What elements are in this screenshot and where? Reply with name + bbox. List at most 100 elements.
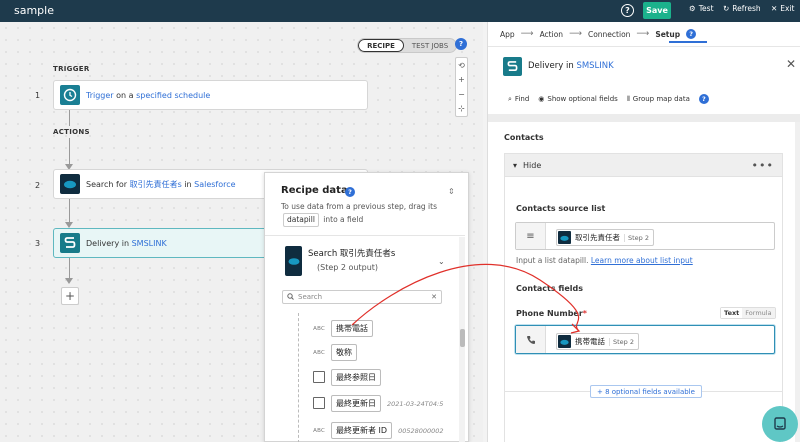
test-button[interactable]: ⚙ Test: [689, 4, 714, 13]
more-options-icon[interactable]: •••: [752, 159, 774, 172]
contacts-collapse-toggle[interactable]: ▾ Hide •••: [504, 153, 783, 177]
list-icon: ≡: [516, 223, 546, 249]
text-type-icon: ABC: [313, 325, 325, 332]
datapill[interactable]: 携帯電話: [331, 320, 373, 337]
help-icon[interactable]: ?: [686, 29, 697, 39]
step-output-title[interactable]: Search 取引先責任者s: [308, 247, 395, 259]
active-tab-indicator: [669, 41, 707, 43]
datapill-row[interactable]: ABC 最終更新者 ID 00528000002: [305, 422, 444, 439]
tab-action[interactable]: Action: [540, 30, 564, 39]
contacts-source-list-field[interactable]: ≡ 取引先責任者 Step 2: [515, 222, 775, 250]
text-type-icon: ABC: [313, 349, 325, 356]
help-icon[interactable]: ?: [621, 4, 634, 17]
mode-text[interactable]: Text: [721, 308, 743, 318]
tab-connection[interactable]: Connection: [588, 30, 630, 39]
datapill[interactable]: 最終更新日: [331, 395, 381, 412]
connector: [69, 110, 70, 126]
wizard-tabs: App ⟶ Action ⟶ Connection ⟶ Setup ?: [500, 29, 697, 39]
salesforce-icon: [285, 246, 302, 276]
datapill[interactable]: 携帯電話 Step 2: [556, 333, 640, 350]
step-title: Delivery in SMSLINK: [528, 61, 614, 71]
field-mode-toggle[interactable]: Text Formula: [720, 307, 776, 319]
close-icon[interactable]: ✕: [786, 57, 796, 71]
contacts-heading: Contacts: [504, 133, 544, 142]
step-number: 2: [35, 181, 41, 190]
salesforce-icon: [558, 231, 571, 244]
app-title: sample: [14, 4, 54, 17]
help-icon[interactable]: ?: [698, 94, 709, 104]
recipe-testjobs-toggle[interactable]: RECIPE TEST JOBS: [357, 38, 457, 53]
datapill-row[interactable]: ABC 敬称: [305, 344, 357, 361]
exit-button[interactable]: ✕ Exit: [771, 4, 795, 13]
phone-number-field[interactable]: 携帯電話 Step 2: [515, 325, 775, 354]
tab-test-jobs[interactable]: TEST JOBS: [404, 39, 456, 52]
datapill[interactable]: 取引先責任者 Step 2: [556, 229, 655, 246]
find-button[interactable]: ⌕ Find: [508, 95, 529, 104]
mode-formula[interactable]: Formula: [742, 308, 775, 318]
help-icon[interactable]: ?: [345, 187, 355, 197]
salesforce-icon: [558, 335, 571, 348]
contacts-source-list-label: Contacts source list: [516, 204, 606, 213]
chat-widget-button[interactable]: [762, 406, 798, 442]
datapill-row[interactable]: 最終更新日 2021-03-24T04:5: [305, 395, 443, 412]
datapill[interactable]: 最終参照日: [331, 369, 381, 386]
zoom-controls: ⟲ + − ⊹: [455, 57, 468, 117]
zoom-out-icon[interactable]: −: [458, 90, 465, 99]
arrow-right-icon: ⟶: [520, 29, 534, 39]
close-icon: ✕: [771, 4, 778, 13]
clock-icon: [60, 85, 80, 105]
tab-app[interactable]: App: [500, 30, 515, 39]
reset-zoom-icon[interactable]: ⟲: [458, 61, 465, 70]
learn-more-link[interactable]: Learn more about list input: [591, 256, 693, 265]
group-map-data-button[interactable]: ⫴ Group map data: [627, 95, 690, 104]
fit-view-icon[interactable]: ⊹: [458, 104, 465, 113]
tab-recipe[interactable]: RECIPE: [358, 39, 404, 52]
datapill-row[interactable]: ABC 携帯電話: [305, 320, 373, 337]
calendar-icon: [313, 370, 325, 383]
step-output-subtitle: (Step 2 output): [317, 263, 379, 272]
columns-icon: ⫴: [626, 94, 630, 103]
contacts-fields-group: Contacts source list ≡ 取引先責任者 Step 2 Inp…: [504, 177, 783, 442]
recipe-data-title: Recipe data: [281, 185, 348, 196]
smslink-icon: [60, 233, 80, 253]
sample-value: 00528000002: [398, 426, 444, 435]
pill-search-input[interactable]: Search ✕: [282, 290, 442, 304]
caret-down-icon: ▾: [513, 160, 518, 170]
step-config-panel: App ⟶ Action ⟶ Connection ⟶ Setup ? Deli…: [487, 22, 800, 442]
save-button[interactable]: Save: [643, 2, 671, 19]
trigger-label: TRIGGER: [53, 65, 90, 73]
trigger-step-card[interactable]: Trigger on a specified schedule: [53, 80, 368, 110]
expand-icon[interactable]: ⇕: [448, 187, 455, 196]
chevron-down-icon[interactable]: ⌄: [438, 257, 445, 266]
optional-fields-button[interactable]: + 8 optional fields available: [590, 385, 702, 398]
datapill[interactable]: 敬称: [331, 344, 357, 361]
actions-label: ACTIONS: [53, 128, 90, 136]
search-icon: [287, 292, 294, 302]
tab-setup[interactable]: Setup: [655, 30, 680, 39]
salesforce-icon: [60, 174, 80, 194]
step-number: 1: [35, 91, 41, 100]
search-icon: ⌕: [508, 94, 512, 103]
gear-icon: ⚙: [689, 4, 696, 13]
connector: [69, 138, 70, 166]
zoom-in-icon[interactable]: +: [458, 75, 465, 84]
show-optional-fields-button[interactable]: ◉ Show optional fields: [538, 95, 618, 103]
datapill[interactable]: 最終更新者 ID: [331, 422, 393, 439]
refresh-button[interactable]: ↻ Refresh: [723, 4, 761, 13]
divider: [488, 46, 800, 47]
datapill-row[interactable]: 最終参照日: [305, 369, 381, 386]
connector-arrow: [65, 278, 73, 284]
recipe-data-panel: Recipe data ? ⇕ To use data from a previ…: [264, 172, 469, 442]
text-type-icon: ABC: [313, 427, 325, 434]
scrollbar[interactable]: [795, 122, 800, 442]
panel-toolbar: ⌕ Find ◉ Show optional fields ⫴ Group map d…: [508, 94, 709, 104]
source-list-hint: Input a list datapill. Learn more about …: [516, 256, 693, 265]
clear-search-icon[interactable]: ✕: [431, 293, 437, 301]
divider: [265, 235, 465, 236]
top-bar: sample ? Save ⚙ Test ↻ Refresh ✕ Exit: [0, 0, 800, 22]
refresh-icon: ↻: [723, 4, 730, 13]
help-icon[interactable]: ?: [455, 38, 467, 50]
step-number: 3: [35, 239, 41, 248]
scrollbar-thumb[interactable]: [460, 329, 465, 347]
add-step-button[interactable]: +: [61, 287, 79, 305]
